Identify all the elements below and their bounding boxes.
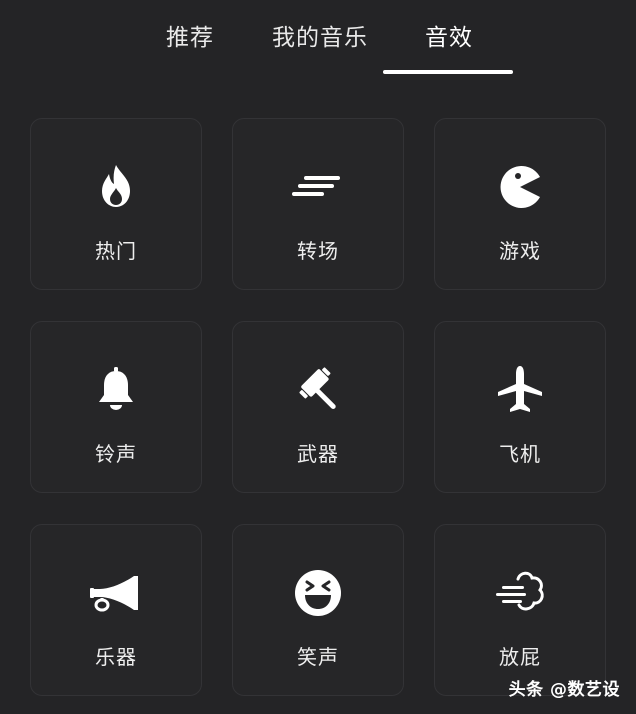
tab-recommended[interactable]: 推荐 [166, 18, 214, 52]
active-tab-indicator [383, 70, 513, 74]
category-instrument[interactable]: 乐器 [30, 524, 202, 696]
category-label: 乐器 [95, 645, 137, 669]
category-laughter[interactable]: 笑声 [232, 524, 404, 696]
flame-icon [90, 161, 142, 213]
category-label: 热门 [95, 239, 137, 263]
airplane-icon [494, 364, 546, 416]
hammer-icon [292, 364, 344, 416]
tab-bar: 推荐 我的音乐 音效 [0, 0, 636, 80]
tab-sound-effects[interactable]: 音效 [425, 18, 473, 52]
category-label: 游戏 [499, 239, 541, 263]
category-hot[interactable]: 热门 [30, 118, 202, 290]
category-airplane[interactable]: 飞机 [434, 321, 606, 493]
category-label: 飞机 [499, 442, 541, 466]
category-ringtone[interactable]: 铃声 [30, 321, 202, 493]
tab-my-music[interactable]: 我的音乐 [272, 18, 368, 52]
category-game[interactable]: 游戏 [434, 118, 606, 290]
category-label: 转场 [297, 239, 339, 263]
category-weapon[interactable]: 武器 [232, 321, 404, 493]
bell-icon [90, 364, 142, 416]
gust-cloud-icon [494, 567, 546, 619]
category-fart[interactable]: 放屁 [434, 524, 606, 696]
category-transition[interactable]: 转场 [232, 118, 404, 290]
category-label: 武器 [297, 442, 339, 466]
category-label: 笑声 [297, 645, 339, 669]
horn-icon [90, 567, 142, 619]
pacman-icon [494, 161, 546, 213]
category-label: 铃声 [95, 442, 137, 466]
speed-lines-icon [292, 161, 344, 213]
sound-effects-screen: 推荐 我的音乐 音效 热门 转场 游戏 铃声 武器 飞机 乐器 笑声 放屁 头条… [0, 0, 636, 714]
laughing-face-icon [292, 567, 344, 619]
category-label: 放屁 [499, 645, 541, 669]
watermark: 头条 @数艺设 [508, 680, 620, 700]
